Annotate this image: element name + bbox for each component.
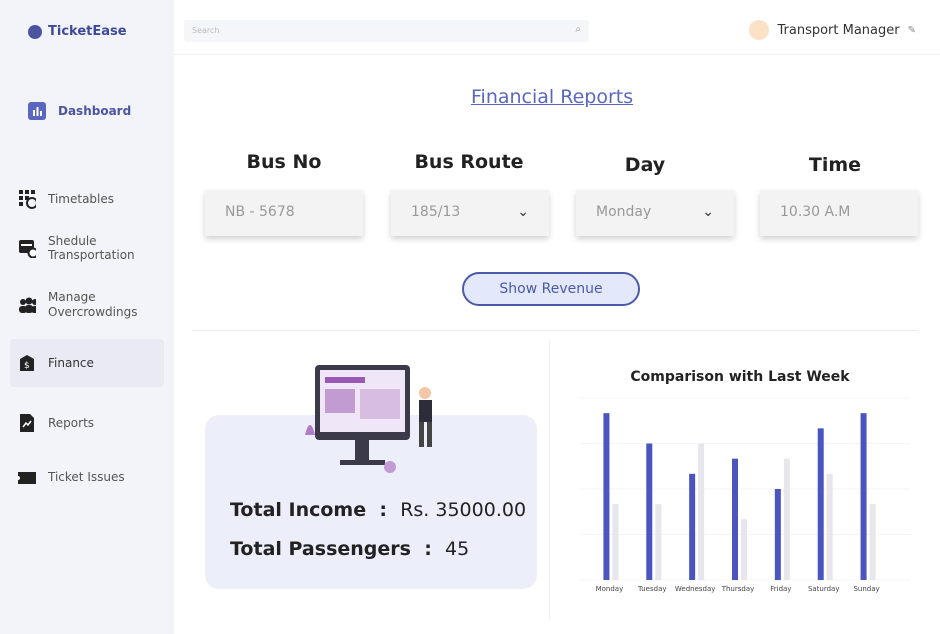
day-label: Day	[624, 154, 666, 176]
sidebar-item-label: Dashboard	[58, 104, 132, 118]
search-placeholder: Search	[192, 26, 220, 35]
total-income: Total Income : Rs. 35000.00	[230, 499, 526, 521]
sidebar-item-dashboard[interactable]: Dashboard	[20, 102, 174, 120]
schedule-icon	[18, 239, 36, 258]
income-value: Rs. 35000.00	[400, 499, 527, 521]
sidebar: TicketEase Dashboard Timetables Shedule …	[0, 0, 174, 634]
report-icon	[18, 414, 36, 432]
bar-saturday-series-1	[826, 473, 833, 580]
bar-sunday-series-0	[860, 413, 867, 580]
divider	[192, 330, 918, 331]
x-tick-label: Tuesday	[637, 585, 666, 593]
bar-saturday-series-0	[817, 428, 824, 580]
sidebar-item-label: Timetables	[48, 192, 115, 206]
time-label: Time	[808, 154, 862, 176]
sidebar-item-ticket-issues[interactable]: Ticket Issues	[10, 468, 164, 486]
sidebar-item-label: Finance	[48, 356, 94, 370]
topbar: Search ⌕ Transport Manager ✎	[174, 0, 940, 55]
finance-icon: $	[18, 354, 36, 372]
income-label: Total Income	[230, 499, 367, 521]
bar-thursday-series-1	[741, 519, 747, 580]
edit-icon[interactable]: ✎	[908, 25, 916, 36]
search-icon[interactable]: ⌕	[575, 24, 581, 35]
user-menu[interactable]: Transport Manager ✎	[749, 20, 916, 40]
calendar-clock-icon	[18, 190, 36, 209]
bar-monday-series-0	[603, 413, 610, 580]
search-input[interactable]: Search ⌕	[184, 20, 589, 42]
bus-route-label: Bus Route	[414, 151, 524, 173]
svg-text:$: $	[24, 361, 30, 371]
x-tick-label: Thursday	[721, 585, 755, 593]
bus-route-value: 185/13	[411, 204, 461, 220]
bar-wednesday-series-0	[689, 473, 696, 580]
chevron-down-icon: ⌄	[702, 204, 714, 220]
bar-thursday-series-0	[732, 458, 738, 580]
bar-tuesday-series-0	[646, 443, 653, 580]
day-value: Monday	[596, 204, 652, 220]
passengers-value: 45	[445, 538, 470, 560]
sidebar-item-finance[interactable]: $ Finance	[10, 339, 164, 387]
user-name: Transport Manager	[777, 22, 900, 38]
x-tick-label: Friday	[770, 585, 791, 593]
sidebar-item-label: Manage Overcrowdings	[48, 290, 138, 319]
logo[interactable]: TicketEase	[28, 24, 127, 39]
sidebar-item-reports[interactable]: Reports	[10, 414, 164, 432]
bus-route-select[interactable]: 185/13 ⌄	[391, 190, 549, 236]
sidebar-item-label: Ticket Issues	[48, 470, 125, 484]
sidebar-item-overcrowdings[interactable]: Manage Overcrowdings	[10, 290, 164, 320]
bar-friday-series-0	[774, 489, 781, 580]
day-select[interactable]: Monday ⌄	[576, 190, 734, 236]
show-revenue-button[interactable]: Show Revenue	[462, 272, 640, 306]
logo-icon	[28, 24, 42, 39]
bar-tuesday-series-1	[655, 504, 662, 580]
passengers-label: Total Passengers	[230, 538, 411, 560]
x-tick-label: Monday	[596, 585, 624, 593]
app-name: TicketEase	[48, 24, 127, 39]
bar-wednesday-series-1	[698, 443, 705, 580]
sidebar-item-label: Shedule Transportation	[48, 234, 135, 262]
comparison-bar-chart: Monday Tuesday Wednesday Thursday Friday Satu…	[580, 397, 910, 593]
ticket-icon	[18, 468, 36, 486]
bar-friday-series-1	[783, 458, 790, 580]
sidebar-item-label: Reports	[48, 416, 95, 430]
sidebar-item-schedule[interactable]: Shedule Transportation	[10, 234, 164, 262]
separator: :	[424, 538, 432, 560]
avatar	[749, 20, 770, 40]
time-input[interactable]: 10.30 A.M	[760, 190, 918, 236]
bar-monday-series-1	[612, 504, 619, 580]
finance-illustration	[305, 365, 432, 473]
total-passengers: Total Passengers : 45	[230, 538, 469, 560]
x-tick-label: Saturday	[808, 585, 840, 593]
sidebar-item-timetables[interactable]: Timetables	[10, 190, 164, 209]
bus-no-label: Bus No	[246, 151, 322, 173]
x-tick-label: Sunday	[853, 585, 879, 593]
chevron-down-icon: ⌄	[517, 204, 529, 220]
time-placeholder: 10.30 A.M	[780, 204, 851, 220]
bus-no-placeholder: NB - 5678	[225, 204, 295, 220]
bus-no-input[interactable]: NB - 5678	[205, 190, 363, 236]
divider	[549, 340, 550, 620]
page-title[interactable]: Financial Reports	[471, 86, 633, 108]
chart-title: Comparison with Last Week	[630, 369, 850, 385]
separator: :	[379, 499, 387, 521]
people-icon	[18, 296, 36, 314]
bar-sunday-series-1	[869, 504, 876, 580]
x-tick-label: Wednesday	[675, 585, 716, 593]
bar-chart-icon	[28, 102, 46, 120]
